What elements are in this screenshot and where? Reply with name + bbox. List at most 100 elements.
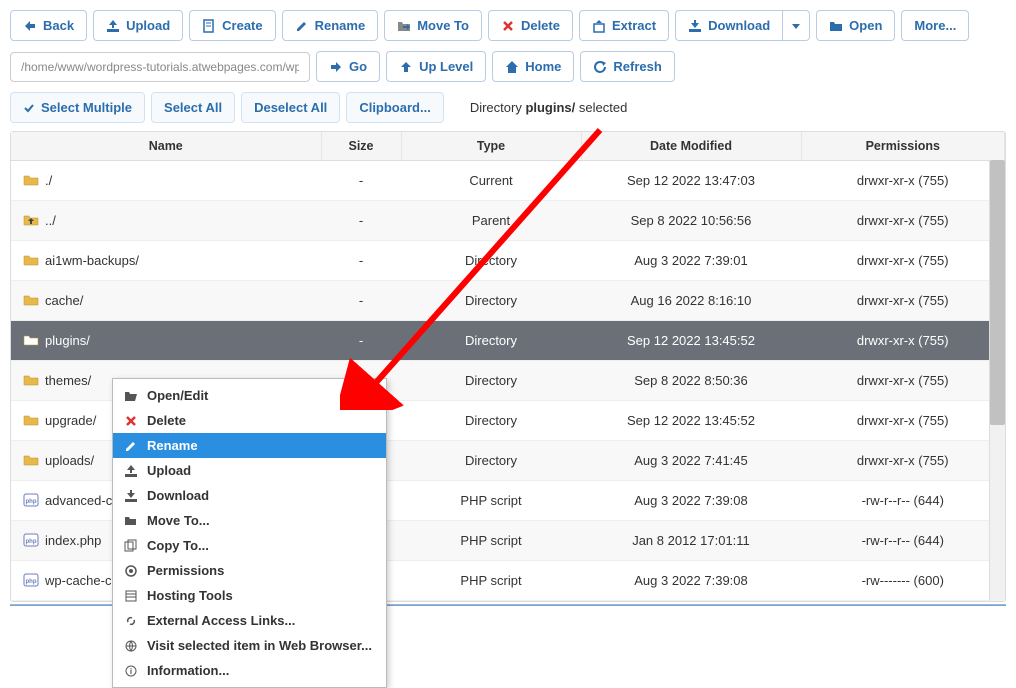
cell-size: - [321, 161, 401, 201]
ctx-label: Upload [147, 463, 191, 478]
table-row[interactable]: ai1wm-backups/-DirectoryAug 3 2022 7:39:… [11, 241, 1005, 281]
col-date[interactable]: Date Modified [581, 132, 801, 161]
folder-icon [23, 413, 39, 427]
svg-text:php: php [26, 579, 37, 585]
upload-button[interactable]: Upload [93, 10, 183, 41]
file-name: uploads/ [45, 453, 94, 468]
cell-date: Sep 8 2022 8:50:36 [581, 361, 801, 401]
up-icon [23, 213, 39, 227]
go-button[interactable]: Go [316, 51, 380, 82]
select-multiple-label: Select Multiple [41, 100, 132, 115]
download-button[interactable]: Download [675, 10, 782, 41]
download-dropdown-button[interactable] [782, 10, 810, 41]
more-label: More... [914, 18, 956, 33]
cell-perm: drwxr-xr-x (755) [801, 201, 1005, 241]
context-menu: Open/Edit Delete Rename Upload Download Move … [112, 378, 387, 688]
select-all-label: Select All [164, 100, 222, 115]
info-icon: i [123, 664, 139, 678]
upload-icon [106, 19, 120, 33]
download-icon [688, 19, 702, 33]
table-row[interactable]: cache/-DirectoryAug 16 2022 8:16:10drwxr… [11, 281, 1005, 321]
download-label: Download [708, 18, 770, 33]
ctx-item-delete[interactable]: Delete [113, 408, 386, 433]
cell-type: Current [401, 161, 581, 201]
back-label: Back [43, 18, 74, 33]
cell-type: Parent [401, 201, 581, 241]
file-name: index.php [45, 533, 101, 548]
delete-icon [123, 414, 139, 428]
more-button[interactable]: More... [901, 10, 969, 41]
ctx-item-hosting[interactable]: Hosting Tools [113, 583, 386, 608]
table-row[interactable]: plugins/-DirectorySep 12 2022 13:45:52dr… [11, 321, 1005, 361]
select-all-button[interactable]: Select All [151, 92, 235, 123]
clipboard-button[interactable]: Clipboard... [346, 92, 444, 123]
ctx-item-open[interactable]: Open/Edit [113, 383, 386, 408]
col-type[interactable]: Type [401, 132, 581, 161]
rename-icon [123, 439, 139, 453]
cell-type: PHP script [401, 481, 581, 521]
ctx-item-rename[interactable]: Rename [113, 433, 386, 458]
pencil-icon [295, 19, 309, 33]
ctx-item-web[interactable]: Visit selected item in Web Browser... [113, 633, 386, 658]
home-label: Home [525, 59, 561, 74]
open-button[interactable]: Open [816, 10, 895, 41]
ctx-label: Delete [147, 413, 186, 428]
deselect-all-button[interactable]: Deselect All [241, 92, 340, 123]
file-name: cache/ [45, 293, 83, 308]
scrollbar[interactable] [989, 160, 1005, 601]
col-name[interactable]: Name [11, 132, 321, 161]
delete-button[interactable]: Delete [488, 10, 573, 41]
cell-name: ../ [11, 201, 321, 241]
status-suffix: selected [575, 100, 627, 115]
hosting-icon [123, 589, 139, 603]
select-multiple-button[interactable]: Select Multiple [10, 92, 145, 123]
ctx-label: Download [147, 488, 209, 503]
cell-type: Directory [401, 321, 581, 361]
path-input[interactable] [10, 52, 310, 82]
ctx-item-moveto[interactable]: Move To... [113, 508, 386, 533]
ctx-label: Open/Edit [147, 388, 208, 403]
table-row[interactable]: ./-CurrentSep 12 2022 13:47:03drwxr-xr-x… [11, 161, 1005, 201]
refresh-icon [593, 60, 607, 74]
cell-date: Sep 12 2022 13:45:52 [581, 401, 801, 441]
extract-button[interactable]: Extract [579, 10, 669, 41]
table-header-row: Name Size Type Date Modified Permissions [11, 132, 1005, 161]
ctx-item-download[interactable]: Download [113, 483, 386, 508]
col-size[interactable]: Size [321, 132, 401, 161]
home-button[interactable]: Home [492, 51, 574, 82]
ctx-label: Rename [147, 438, 198, 453]
ctx-item-perm[interactable]: Permissions [113, 558, 386, 583]
php-icon: php [23, 533, 39, 547]
cell-date: Jan 8 2012 17:01:11 [581, 521, 801, 561]
create-button[interactable]: Create [189, 10, 275, 41]
cell-size: - [321, 201, 401, 241]
table-row[interactable]: ../-ParentSep 8 2022 10:56:56drwxr-xr-x … [11, 201, 1005, 241]
file-name: advanced-ca [45, 493, 119, 508]
folder-icon [23, 293, 39, 307]
caret-down-icon [791, 21, 801, 31]
ctx-label: Visit selected item in Web Browser... [147, 638, 372, 653]
create-label: Create [222, 18, 262, 33]
col-perm[interactable]: Permissions [801, 132, 1005, 161]
rename-button[interactable]: Rename [282, 10, 379, 41]
scrollbar-thumb[interactable] [990, 160, 1005, 425]
cell-name: ai1wm-backups/ [11, 241, 321, 281]
clipboard-label: Clipboard... [359, 100, 431, 115]
cell-size: - [321, 281, 401, 321]
go-label: Go [349, 59, 367, 74]
open-label: Open [849, 18, 882, 33]
ctx-item-copyto[interactable]: Copy To... [113, 533, 386, 558]
cell-perm: -rw------- (600) [801, 561, 1005, 601]
folder-icon [23, 373, 39, 387]
arrow-left-icon [23, 19, 37, 33]
ctx-item-info[interactable]: iInformation... [113, 658, 386, 683]
refresh-button[interactable]: Refresh [580, 51, 674, 82]
up-level-button[interactable]: Up Level [386, 51, 486, 82]
ctx-item-upload[interactable]: Upload [113, 458, 386, 483]
ctx-item-link[interactable]: External Access Links... [113, 608, 386, 633]
deselect-all-label: Deselect All [254, 100, 327, 115]
back-button[interactable]: Back [10, 10, 87, 41]
cell-date: Aug 3 2022 7:41:45 [581, 441, 801, 481]
folder-icon [23, 173, 39, 187]
move-to-button[interactable]: Move To [384, 10, 482, 41]
